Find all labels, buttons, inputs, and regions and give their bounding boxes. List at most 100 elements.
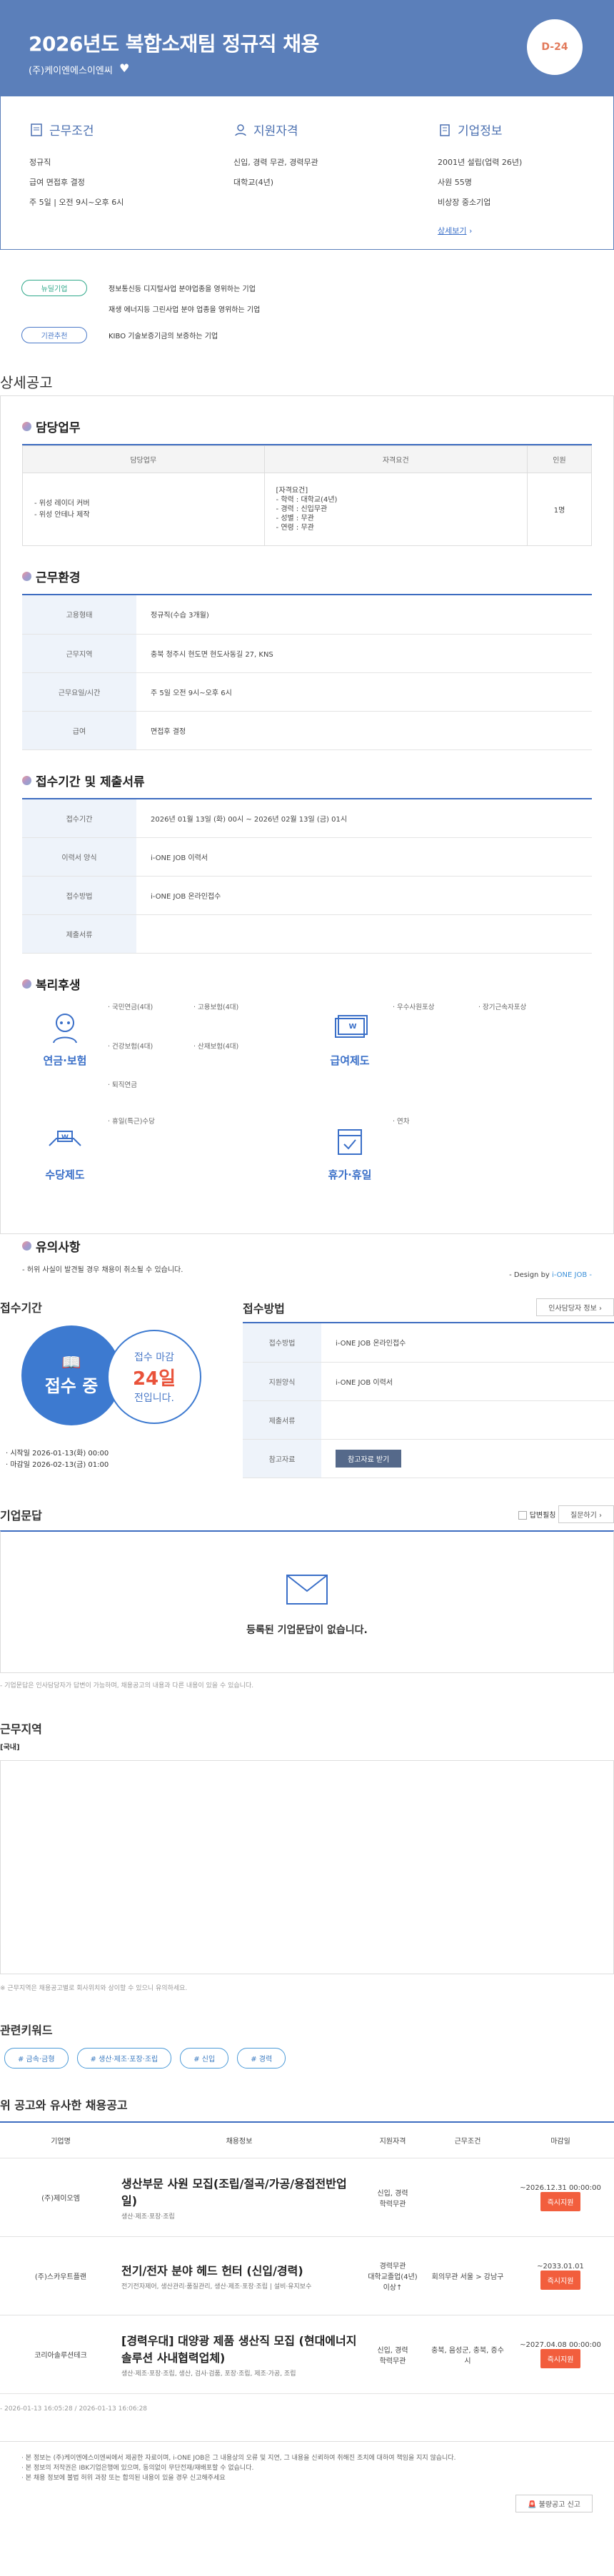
report-label: 불량공고 신고: [538, 2501, 580, 2509]
method-table: 접수방법 i-ONE JOB 온라인접수 지원양식 i-ONE JOB 이력서 제출…: [243, 1323, 614, 1478]
welfare-group: W 급여제도 · 우수사원포상 · 장기근속자포상: [307, 1001, 592, 1116]
similar-job-title[interactable]: 전기/전자 분야 헤드 헌터 (신입/경력): [121, 2261, 357, 2278]
footer-note: · 본 정보는 (주)케이엔에스이엔씨에서 제공한 자료이며, i-ONE JO…: [21, 2455, 456, 2462]
end-date: · 마감일 2026-02-13(금) 01:00: [6, 1461, 109, 1469]
qna-title: 기업문답: [0, 1508, 42, 1522]
ref-download-button[interactable]: 참고자료 받기: [336, 1449, 402, 1468]
welfare-group-name: 휴가·휴일: [328, 1168, 372, 1181]
duty-qual: - 경력 : 신입무관: [276, 505, 328, 513]
similar-col-header: 지원자격: [379, 2138, 406, 2146]
keywords-section: 관련키워드 # 금속·금형 # 생산·제조·포장·조립 # 신입 # 경력: [0, 2021, 614, 2069]
document-icon: [31, 123, 42, 136]
period-value: i-ONE JOB 이력서: [136, 837, 592, 877]
duty-qual: - 연령 : 무관: [276, 524, 314, 532]
env-value: 충북 청주시 현도면 현도사동길 27, KNS: [136, 634, 592, 673]
company-detail-link[interactable]: 상세보기: [438, 226, 466, 236]
mail-icon: [286, 1574, 328, 1605]
svg-text:W: W: [61, 1134, 69, 1141]
similar-job-sub: 생산·제조·포장·조립, 생산, 검사·검품, 포장·조립, 제조·가공, 조립: [121, 2370, 296, 2378]
keyword-tag[interactable]: # 경력: [237, 2048, 286, 2069]
apply-button[interactable]: 즉시지원: [540, 2348, 581, 2368]
keyword-tag[interactable]: # 금속·금형: [4, 2048, 69, 2069]
similar-company[interactable]: (주)제이오엠: [0, 2192, 121, 2203]
company-info: 기업정보 2001년 설립(업력 26년) 사원 55명 비상장 중소기업 상세…: [409, 96, 613, 249]
method-key: 제출서류: [243, 1400, 321, 1440]
keyword-tag[interactable]: # 생산·제조·포장·조립: [76, 2048, 172, 2069]
env-key: 근무요일/시간: [22, 672, 136, 712]
similar-job-title[interactable]: 생산부문 사원 모집(조립/절곡/가공/용접전반업일): [121, 2174, 357, 2208]
work-conditions-title: 근무조건: [49, 124, 94, 138]
similar-col-header: 기업명: [51, 2138, 71, 2146]
duty-col-header: 자격요건: [263, 445, 528, 473]
location-section: 근무지역 [국내] ※ 근무지역은 채용공고별로 회사위치와 상이할 수 있으니…: [0, 1719, 614, 1992]
ask-button[interactable]: 질문하기 ›: [558, 1505, 614, 1523]
similar-qual: 신입, 경력 학력무관: [377, 2346, 408, 2365]
similar-row[interactable]: 코리아솔루션테크 [경력우대] 대양광 제품 생산직 모집 (현대에너지솔루션 …: [0, 2315, 614, 2394]
job-title: 2026년도 복합소재팀 정규직 채용: [29, 32, 319, 56]
footer-note: · 본 정보의 저작권은 IBK기업은행에 있으며, 동의없이 무단전재/재배포…: [21, 2465, 254, 2472]
badge-row: 재생 에너지등 그린사업 분야 업종을 영위하는 기업: [21, 303, 614, 314]
company-name[interactable]: (주)케이엔에스이엔씨: [29, 63, 113, 76]
welfare-group-name: 수당제도: [45, 1168, 85, 1181]
qual-line: 대학교(4년): [233, 178, 274, 187]
deadline-suffix: 전입니다.: [134, 1392, 174, 1404]
keyword-tag[interactable]: # 신입: [180, 2048, 229, 2069]
period-key: 접수기간: [22, 799, 136, 838]
work-conditions: 근무조건 정규직 급여 면접후 결정 주 5일 | 오전 9시~오후 6시: [1, 96, 205, 249]
similar-row[interactable]: (주)스카우트플랜 전기/전자 분야 헤드 헌터 (신입/경력) 전기전자제어, …: [0, 2237, 614, 2315]
welfare-group-name: 연금·보험: [43, 1054, 87, 1067]
duty-col-header: 담당업무: [22, 445, 265, 473]
similar-header: 기업명 채용정보 지원자격 근무조건 마감일: [0, 2123, 614, 2158]
duty-heading: 담당업무: [22, 418, 592, 435]
qna-empty: 등록된 기업문답이 없습니다.: [246, 1624, 368, 1636]
cond-line: 주 5일 | 오전 9시~오후 6시: [29, 198, 124, 207]
welfare-item: · 휴일(특근)수당: [108, 1118, 155, 1126]
siren-icon: 🚨: [527, 2501, 537, 2509]
notice-title: 유의사항: [36, 1241, 81, 1255]
map-area[interactable]: [0, 1760, 614, 1974]
apply-button[interactable]: 즉시지원: [540, 2270, 581, 2290]
welfare-group-name: 급여제도: [330, 1054, 370, 1067]
env-key: 급여: [22, 711, 136, 750]
report-button[interactable]: 🚨 불량공고 신고: [515, 2495, 593, 2512]
company-badges: 뉴딜기업 정보통신등 디지털사업 분야업종을 영위하는 기업 재생 에너지등 그린…: [0, 250, 614, 371]
heart-icon[interactable]: ♥: [119, 61, 129, 75]
allowance-icon: W: [49, 1131, 81, 1146]
duty-qual: - 성별 : 무관: [276, 515, 314, 522]
notice-heading: 유의사항: [22, 1237, 592, 1255]
similar-row[interactable]: (주)제이오엠 생산부문 사원 모집(조립/절곡/가공/용접전반업일) 생산·제조…: [0, 2158, 614, 2237]
welfare-item: · 국민연금(4대): [108, 1004, 154, 1011]
period-key: 접수방법: [22, 876, 136, 915]
similar-job-sub: 생산·제조·포장·조립: [121, 2213, 175, 2221]
similar-company[interactable]: (주)스카우트플랜: [0, 2271, 121, 2281]
duty-qual: [자격요건]: [276, 487, 308, 495]
start-date: · 시작일 2026-01-13(화) 00:00: [6, 1450, 109, 1458]
dday-badge: D-24: [525, 18, 584, 76]
qualifications-title: 지원자격: [253, 124, 298, 138]
welfare-grid: 연금·보험 · 국민연금(4대) · 고용보험(4대) · 건강보험(4대) · 산재…: [22, 1001, 592, 1230]
bullet-icon: [22, 775, 31, 785]
period-title: 접수기간 및 제출서류: [36, 774, 145, 789]
duty-col-header: 인원: [527, 445, 592, 473]
env-title: 근무환경: [36, 571, 81, 585]
env-key: 고용형태: [22, 595, 136, 635]
similar-col-header: 근무조건: [454, 2138, 481, 2146]
answer-checkbox[interactable]: [518, 1511, 528, 1520]
similar-job-title[interactable]: [경력우대] 대양광 제품 생산직 모집 (현대에너지솔루션 사내협력업체): [121, 2331, 357, 2365]
duty-table: 담당업무 자격요건 인원 - 위성 레이더 커버 - 위성 안테나 제작 [자격요건]…: [22, 445, 592, 546]
env-table: 고용형태 정규직(수습 3개월) 근무지역 충북 청주시 현도면 현도사동길 27,…: [22, 595, 592, 750]
method-value: i-ONE JOB 온라인접수: [321, 1323, 614, 1363]
similar-company[interactable]: 코리아솔루션테크: [0, 2349, 121, 2360]
similar-title: 위 공고와 유사한 채용공고: [0, 2098, 128, 2112]
job-summary: 근무조건 정규직 급여 면접후 결정 주 5일 | 오전 9시~오후 6시 지원…: [0, 96, 614, 250]
apply-button[interactable]: 즉시지원: [540, 2191, 581, 2211]
company-line: 2001년 설립(업력 26년): [438, 158, 523, 167]
period-key: 제출서류: [22, 914, 136, 954]
footer-note: · 본 채용 정보에 불법 허위 과장 또는 합의된 내용이 있을 경우 신고해…: [21, 2475, 226, 2482]
similar-job-sub: 전기전자제어, 생산관리·품질관리, 생산·제조·포장·조립 | 설비·유지보수: [121, 2283, 312, 2290]
hr-info-button[interactable]: 인사담당자 정보 ›: [536, 1298, 614, 1316]
job-header: 2026년도 복합소재팀 정규직 채용 (주)케이엔에스이엔씨 ♥ D-24: [0, 0, 614, 96]
answer-checkbox-label: 답변필칭: [529, 1512, 556, 1520]
qna-note: - 기업문답은 인사담당자가 답변이 가능하며, 채용공고의 내용과 다른 내용…: [0, 1682, 254, 1689]
qual-line: 신입, 경력 무관, 경력무관: [233, 158, 318, 167]
